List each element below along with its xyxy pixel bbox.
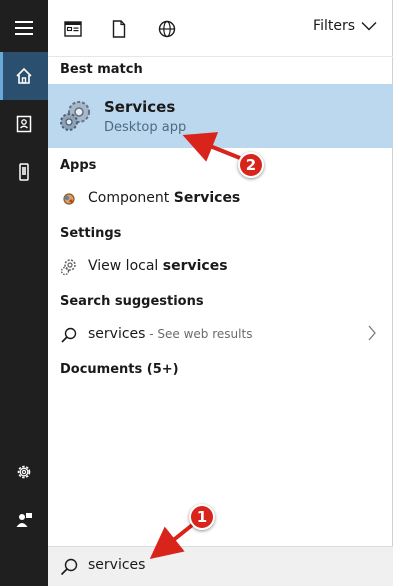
best-match-heading: Best match xyxy=(60,62,143,77)
annotation-badge-1: 1 xyxy=(189,504,215,530)
filters-dropdown[interactable]: Filters xyxy=(313,18,377,34)
document-icon xyxy=(112,20,126,38)
search-suggestions-heading: Search suggestions xyxy=(60,294,204,309)
home-icon xyxy=(16,67,32,84)
notebook-icon xyxy=(16,115,32,133)
home-button[interactable] xyxy=(0,52,48,100)
search-box[interactable]: services xyxy=(48,546,393,586)
toolbar-divider xyxy=(48,56,393,57)
apps-heading: Apps xyxy=(60,158,97,173)
left-rail xyxy=(0,0,48,586)
services-gears-icon xyxy=(60,101,90,131)
search-query[interactable]: services xyxy=(88,557,145,573)
search-results-panel: Filters Best match Services Desktop app … xyxy=(48,0,393,586)
search-icon xyxy=(60,558,78,576)
component-services-label: Component Services xyxy=(88,190,241,206)
documents-heading[interactable]: Documents (5+) xyxy=(60,362,179,377)
best-match-subtitle: Desktop app xyxy=(104,120,187,135)
view-local-services-label: View local services xyxy=(88,258,228,274)
component-services-icon xyxy=(60,190,78,208)
component-services-result[interactable]: Component Services xyxy=(48,182,393,216)
documents-filter-button[interactable] xyxy=(106,16,132,42)
hamburger-menu-button[interactable] xyxy=(0,4,48,52)
web-search-suggestion[interactable]: services - See web results xyxy=(48,318,393,352)
feedback-button[interactable] xyxy=(0,496,48,544)
web-globe-icon xyxy=(158,20,176,38)
settings-heading: Settings xyxy=(60,226,122,241)
services-settings-icon xyxy=(60,258,78,276)
web-filter-button[interactable] xyxy=(154,16,180,42)
search-icon xyxy=(60,326,78,344)
apps-icon xyxy=(64,21,82,37)
chevron-right-icon xyxy=(368,325,376,341)
suggestion-label: services - See web results xyxy=(88,326,253,342)
annotation-badge-2: 2 xyxy=(238,152,264,178)
notebook-button[interactable] xyxy=(0,100,48,148)
view-local-services-result[interactable]: View local services xyxy=(48,250,393,284)
gear-icon xyxy=(17,465,31,479)
filters-label: Filters xyxy=(313,18,355,34)
hamburger-menu-icon xyxy=(15,21,33,35)
settings-button[interactable] xyxy=(0,448,48,496)
apps-filter-button[interactable] xyxy=(60,16,86,42)
chevron-down-icon xyxy=(361,22,377,31)
device-button[interactable] xyxy=(0,148,48,196)
feedback-person-icon xyxy=(16,513,32,527)
device-icon xyxy=(19,163,29,181)
best-match-result[interactable]: Services Desktop app xyxy=(48,84,393,148)
filter-toolbar: Filters xyxy=(48,0,393,56)
best-match-title: Services xyxy=(104,98,176,116)
